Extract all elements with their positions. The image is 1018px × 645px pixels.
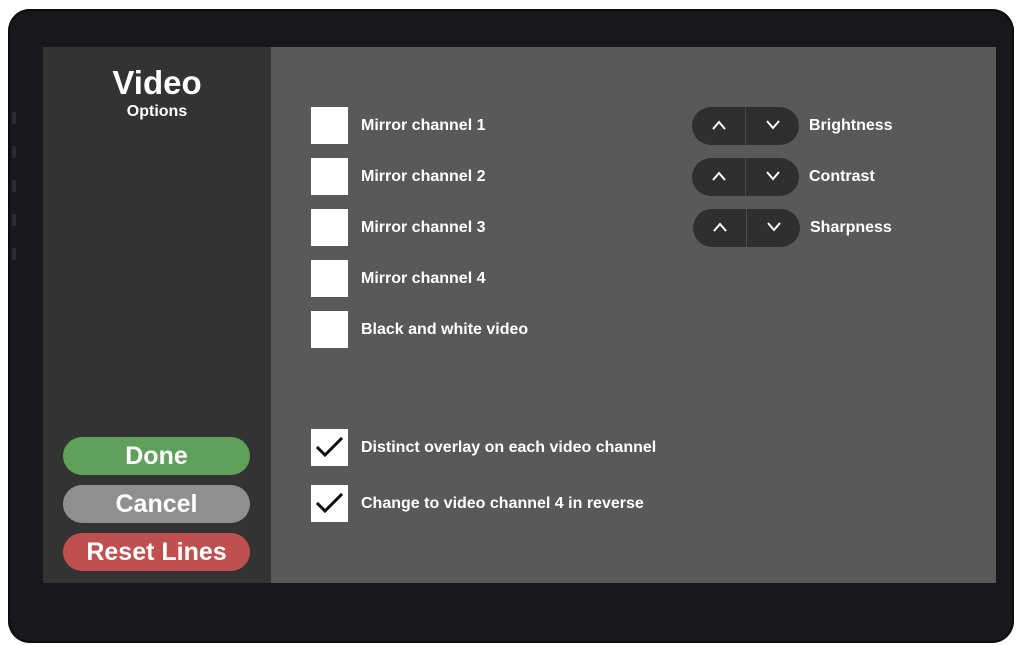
mirror-channel-1-label: Mirror channel 1 <box>361 117 486 134</box>
side-button <box>12 112 16 124</box>
screen: Video Options Done Cancel Reset Lines Mi… <box>43 47 996 583</box>
done-button[interactable]: Done <box>63 437 250 475</box>
options-area: Mirror channel 1 Mirror channel 2 Mirror… <box>271 47 996 583</box>
chevron-down-icon <box>766 171 780 181</box>
mirror-channel-3-label: Mirror channel 3 <box>361 219 486 236</box>
reverse-channel-4-checkbox[interactable] <box>311 485 348 522</box>
contrast-up-button[interactable] <box>692 158 745 196</box>
mirror-channel-1-checkbox[interactable] <box>311 107 348 144</box>
brightness-stepper <box>692 107 799 145</box>
contrast-label: Contrast <box>809 168 875 185</box>
side-button <box>12 248 16 260</box>
black-and-white-checkbox[interactable] <box>311 311 348 348</box>
sharpness-label: Sharpness <box>810 219 892 236</box>
reset-lines-button[interactable]: Reset Lines <box>63 533 250 571</box>
side-button <box>12 146 16 158</box>
cancel-button[interactable]: Cancel <box>63 485 250 523</box>
distinct-overlay-label: Distinct overlay on each video channel <box>361 439 657 456</box>
page-title: Video <box>112 64 202 101</box>
sharpness-down-button[interactable] <box>747 209 800 247</box>
side-button <box>12 180 16 192</box>
checkmark-icon <box>315 492 344 514</box>
contrast-down-button[interactable] <box>746 158 799 196</box>
page-subtitle: Options <box>126 103 188 120</box>
mirror-channel-2-checkbox[interactable] <box>311 158 348 195</box>
side-button <box>12 214 16 226</box>
distinct-overlay-checkbox[interactable] <box>311 429 348 466</box>
chevron-up-icon <box>713 222 727 232</box>
checkmark-icon <box>315 436 344 458</box>
contrast-stepper <box>692 158 799 196</box>
chevron-down-icon <box>767 222 781 232</box>
sharpness-up-button[interactable] <box>693 209 746 247</box>
mirror-channel-4-checkbox[interactable] <box>311 260 348 297</box>
mirror-channel-3-checkbox[interactable] <box>311 209 348 246</box>
brightness-up-button[interactable] <box>692 107 745 145</box>
chevron-up-icon <box>712 120 726 130</box>
chevron-up-icon <box>712 171 726 181</box>
brightness-label: Brightness <box>809 117 893 134</box>
mirror-channel-2-label: Mirror channel 2 <box>361 168 486 185</box>
chevron-down-icon <box>766 120 780 130</box>
black-and-white-label: Black and white video <box>361 321 529 338</box>
mirror-channel-4-label: Mirror channel 4 <box>361 270 486 287</box>
brightness-down-button[interactable] <box>746 107 799 145</box>
sharpness-stepper <box>693 209 800 247</box>
reverse-channel-4-label: Change to video channel 4 in reverse <box>361 495 644 512</box>
sidebar-panel: Video Options Done Cancel Reset Lines <box>43 47 271 583</box>
